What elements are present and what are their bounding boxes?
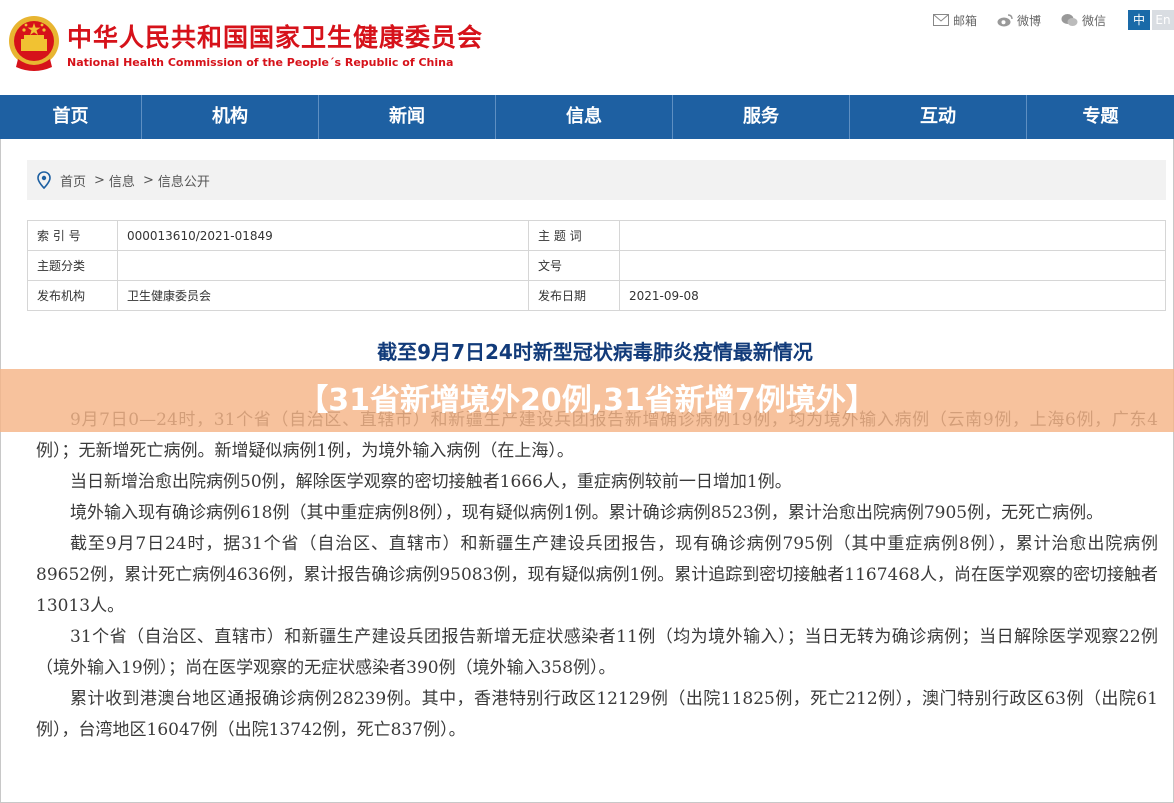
nav-item-organization[interactable]: 机构 — [142, 95, 319, 139]
nav-item-interaction[interactable]: 互动 — [850, 95, 1027, 139]
document-info-table: 索 引 号 000013610/2021-01849 主 题 词 主题分类 文号… — [27, 220, 1166, 311]
article-paragraph: 当日新增治愈出院病例50例，解除医学观察的密切接触者1666人，重症病例较前一日… — [70, 472, 792, 492]
article-paragraph: 境外输入现有确诊病例618例（其中重症病例8例），现有疑似病例1例。累计确诊病例… — [70, 503, 1104, 523]
table-row: 主题分类 文号 — [27, 250, 1166, 281]
location-pin-icon — [37, 171, 51, 189]
nav-item-services[interactable]: 服务 — [673, 95, 850, 139]
weibo-label: 微博 — [1016, 13, 1041, 28]
topic-category-value — [117, 250, 529, 281]
breadcrumb-info[interactable]: 信息 — [109, 171, 135, 190]
mail-label: 邮箱 — [952, 13, 977, 28]
mail-link[interactable]: 邮箱 — [932, 12, 977, 29]
nav-item-home[interactable]: 首页 — [0, 95, 142, 139]
weibo-link[interactable]: 微博 — [997, 12, 1041, 29]
nav-item-topics[interactable]: 专题 — [1027, 95, 1174, 139]
breadcrumb-info-disclosure[interactable]: 信息公开 — [158, 171, 210, 190]
article-paragraph: 累计收到港澳台地区通报确诊病例28239例。其中，香港特别行政区12129例（出… — [36, 689, 1158, 740]
publish-date-label: 发布日期 — [528, 280, 620, 311]
national-emblem-icon — [9, 16, 59, 71]
site-subtitle: National Health Commission of the People… — [67, 56, 454, 69]
issuer-value: 卫生健康委员会 — [117, 280, 529, 311]
breadcrumb: 首页 > 信息 > 信息公开 — [27, 160, 1166, 200]
article-body: 9月7日0—24时，31个省（自治区、直辖市）和新疆生产建设兵团报告新增确诊病例… — [36, 405, 1158, 746]
table-row: 发布机构 卫生健康委员会 发布日期 2021-09-08 — [27, 280, 1166, 311]
mail-icon — [932, 14, 949, 26]
index-label: 索 引 号 — [27, 220, 118, 251]
breadcrumb-separator: > — [94, 172, 105, 188]
topic-word-value — [619, 220, 1166, 251]
overlay-headline: 【31省新增境外20例,31省新增7例境外】 — [298, 383, 876, 418]
nav-item-info[interactable]: 信息 — [496, 95, 673, 139]
language-switch: 中 En — [1126, 10, 1174, 30]
doc-number-label: 文号 — [528, 250, 620, 281]
table-row: 索 引 号 000013610/2021-01849 主 题 词 — [27, 220, 1166, 251]
article-title: 截至9月7日24时新型冠状病毒肺炎疫情最新情况 — [377, 340, 813, 364]
wechat-icon — [1061, 14, 1078, 26]
doc-number-value — [619, 250, 1166, 281]
article-paragraph: 31个省（自治区、直辖市）和新疆生产建设兵团报告新增无症状感染者11例（均为境外… — [36, 627, 1158, 678]
main-nav: 首页 机构 新闻 信息 服务 互动 专题 — [0, 95, 1174, 139]
site-title[interactable]: 中华人民共和国国家卫生健康委员会 — [67, 18, 483, 54]
topic-category-label: 主题分类 — [27, 250, 118, 281]
breadcrumb-separator: > — [142, 172, 154, 188]
index-value: 000013610/2021-01849 — [117, 220, 529, 251]
topic-word-label: 主 题 词 — [528, 220, 620, 251]
breadcrumb-home[interactable]: 首页 — [60, 171, 86, 190]
nav-item-news[interactable]: 新闻 — [319, 95, 496, 139]
publish-date-value: 2021-09-08 — [619, 280, 1166, 311]
issuer-label: 发布机构 — [27, 280, 118, 311]
article-paragraph: 截至9月7日24时，据31个省（自治区、直辖市）和新疆生产建设兵团报告，现有确诊… — [36, 534, 1158, 616]
wechat-link[interactable]: 微信 — [1061, 12, 1106, 29]
lang-en-button[interactable]: En — [1152, 10, 1174, 30]
weibo-icon — [997, 13, 1013, 26]
site-header: 中华人民共和国国家卫生健康委员会 National Health Commiss… — [0, 0, 1174, 95]
top-links: 邮箱 微博 微信 中 En — [932, 10, 1174, 30]
lang-zh-button[interactable]: 中 — [1128, 10, 1150, 30]
wechat-label: 微信 — [1081, 13, 1106, 28]
